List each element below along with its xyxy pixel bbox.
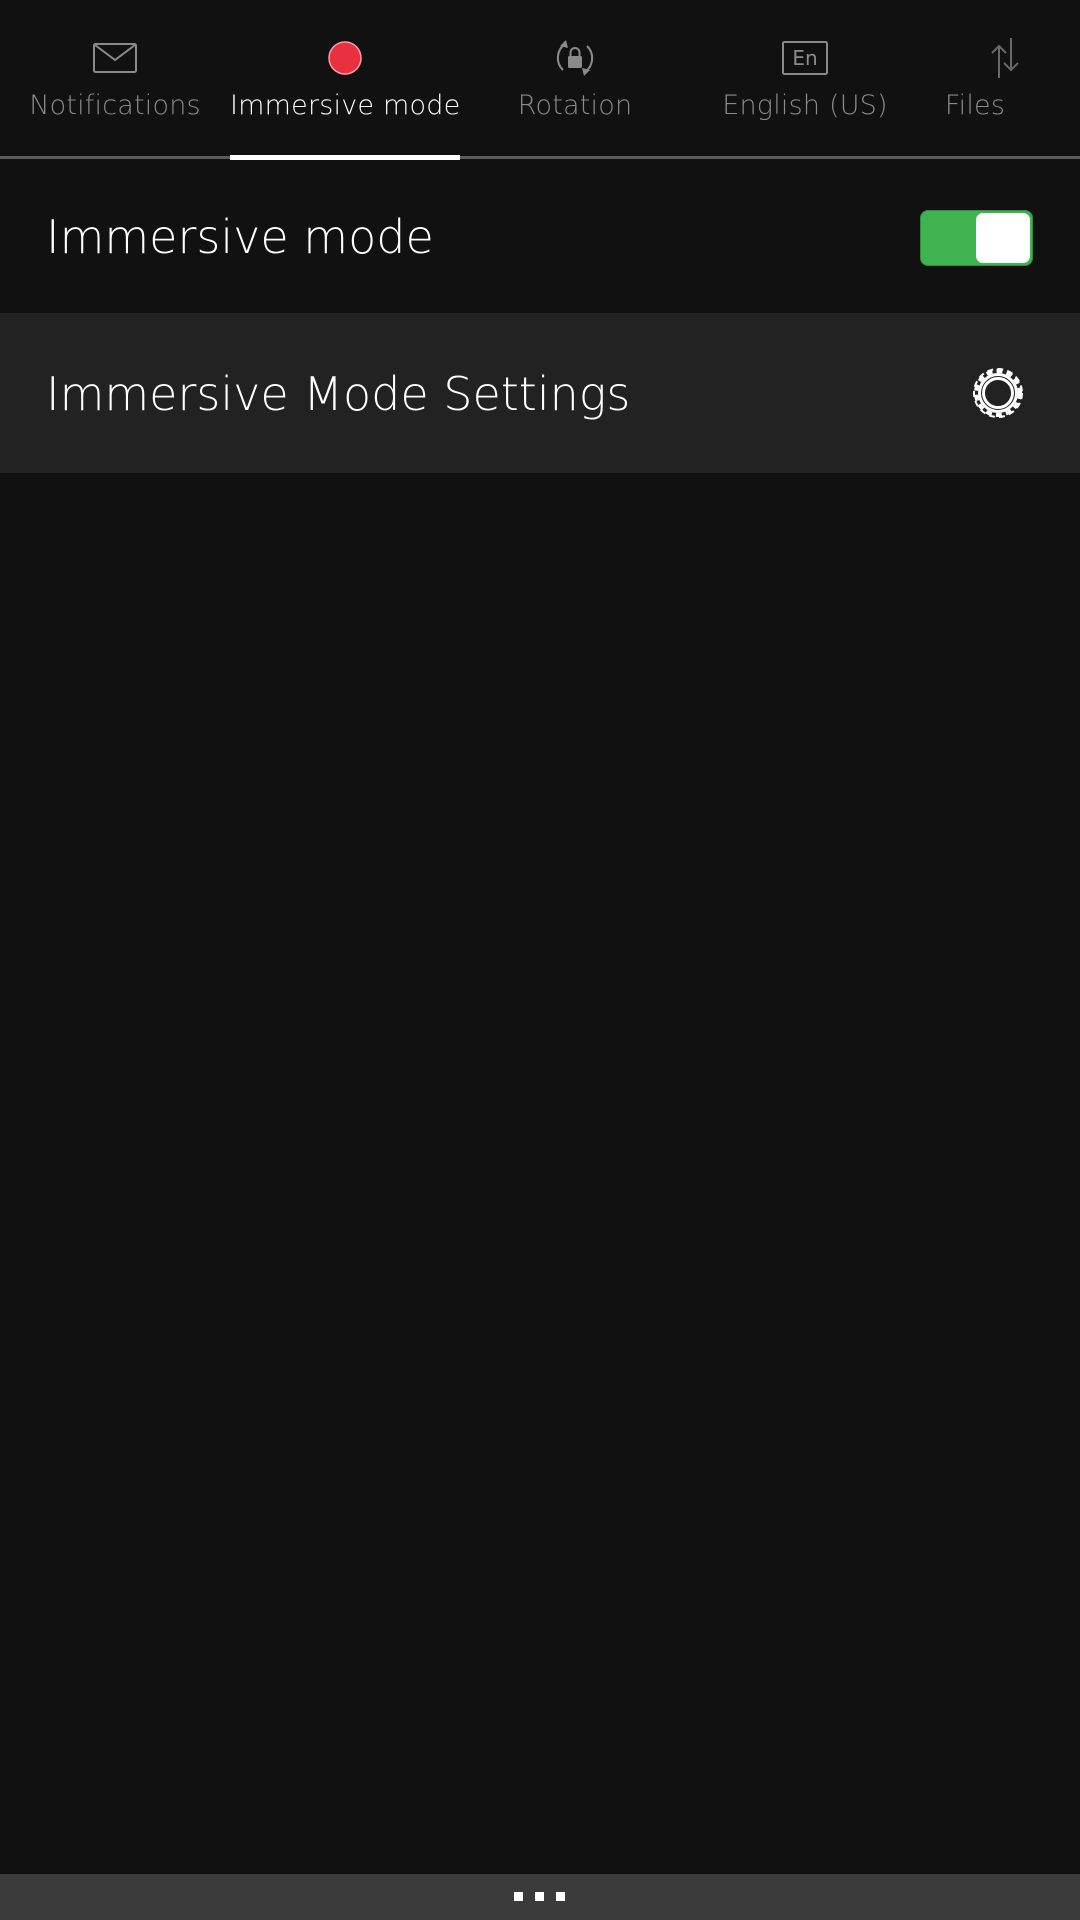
immersive-mode-row[interactable]: Immersive mode: [0, 160, 1080, 313]
envelope-icon: [91, 34, 139, 82]
handle-dot: [535, 1892, 544, 1901]
tab-immersive-mode[interactable]: Immersive mode: [230, 0, 460, 157]
tab-files[interactable]: Files: [920, 0, 1080, 157]
tab-english-us[interactable]: En English (US): [690, 0, 920, 157]
handle-dot: [514, 1892, 523, 1901]
keyboard-language-icon: En: [781, 34, 829, 82]
switch-knob: [976, 213, 1030, 263]
language-code-text: En: [792, 46, 817, 70]
tab-rotation[interactable]: Rotation: [460, 0, 690, 157]
panel-drag-handle[interactable]: [0, 1874, 1080, 1920]
indicator-tab-bar: Notifications Immersive mode Rotation En…: [0, 0, 1080, 160]
handle-dot: [556, 1892, 565, 1901]
record-dot-icon: [321, 34, 369, 82]
immersive-mode-settings-label: Immersive Mode Settings: [46, 367, 631, 421]
transfer-arrows-icon: [981, 34, 1029, 82]
gear-icon[interactable]: [966, 361, 1030, 425]
rotation-lock-icon: [551, 34, 599, 82]
immersive-mode-label: Immersive mode: [46, 210, 434, 264]
indicator-panel-screen: Notifications Immersive mode Rotation En…: [0, 0, 1080, 1920]
tab-label: Rotation: [517, 90, 633, 121]
tab-label: Immersive mode: [230, 90, 461, 121]
tab-bar-divider: [0, 156, 1080, 159]
tab-label: Files: [944, 90, 1006, 121]
immersive-mode-switch[interactable]: [920, 210, 1033, 266]
tab-label: Notifications: [29, 90, 201, 121]
tab-notifications[interactable]: Notifications: [0, 0, 230, 157]
immersive-mode-settings-row[interactable]: Immersive Mode Settings: [0, 313, 1080, 473]
